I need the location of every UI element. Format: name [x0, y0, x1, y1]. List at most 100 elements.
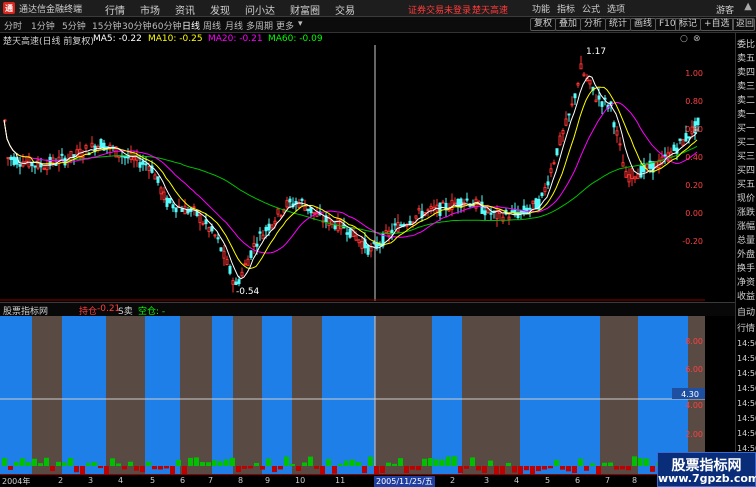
signal-bar: [404, 466, 409, 474]
menu-trade[interactable]: 交易: [335, 2, 355, 17]
panel-label: 涨跌: [737, 208, 756, 218]
period-monthly[interactable]: 月线: [225, 19, 243, 32]
signal-bar: [32, 458, 37, 466]
period-1min[interactable]: 1分钟: [31, 19, 55, 32]
time-tick: 3: [484, 476, 490, 485]
signal-bar: [98, 466, 103, 469]
period-tick[interactable]: 分时: [4, 19, 22, 32]
candle: [612, 120, 616, 135]
signal-bar: [116, 463, 121, 466]
tool-stats[interactable]: 统计: [605, 18, 632, 31]
signal-bar: [536, 466, 541, 472]
menu-indicator[interactable]: 指标: [557, 2, 575, 15]
tool-back[interactable]: 返回: [732, 18, 755, 31]
candle: [222, 244, 226, 266]
tool-analysis[interactable]: 分析: [580, 18, 607, 31]
signal-bar: [596, 466, 601, 474]
menu-market[interactable]: 市场: [140, 2, 160, 17]
candle: [429, 203, 433, 214]
period-60min[interactable]: 60分钟: [152, 19, 181, 32]
tool-adjust[interactable]: 复权: [530, 18, 557, 31]
period-multi[interactable]: 多周期: [246, 19, 273, 32]
menu-discover[interactable]: 发现: [210, 2, 230, 17]
candle: [240, 267, 244, 278]
time-tick: 10: [295, 476, 306, 485]
candle: [309, 207, 313, 217]
candle: [366, 244, 370, 257]
menu-wealth[interactable]: 财富圈: [290, 2, 320, 17]
settings-icon[interactable]: ○: [680, 34, 688, 44]
candle: [12, 152, 16, 167]
candlestick-chart[interactable]: 1.17 -0.54 1.00 0.80 0.60 0.40 0.20 0.00…: [0, 45, 705, 301]
menu-quotes[interactable]: 行情: [105, 2, 125, 17]
signal-bar: [290, 463, 295, 466]
candle: [357, 239, 361, 247]
tool-mark[interactable]: 标记: [675, 18, 702, 31]
tick-time: 14:50: [737, 354, 756, 363]
signal-bar: [350, 459, 355, 466]
chevron-down-icon[interactable]: ▾: [298, 19, 303, 29]
guest-label[interactable]: 游客: [716, 3, 734, 16]
period-30min[interactable]: 30分钟: [122, 19, 151, 32]
quote-side-panel: 委比 卖五 卖四 卖三 卖二 卖一 买一 买二 买三 买四 买五 现价 涨跌 涨…: [735, 33, 756, 487]
period-15min[interactable]: 15分钟: [92, 19, 121, 32]
signal-bar: [644, 458, 649, 466]
period-weekly[interactable]: 周线: [203, 19, 221, 32]
menu-wenxiaoda[interactable]: 问小达: [245, 2, 275, 17]
period-daily[interactable]: 日线: [182, 19, 200, 32]
candle: [159, 185, 163, 201]
signal-band: [292, 316, 322, 474]
tool-overlay[interactable]: 叠加: [555, 18, 582, 31]
candle: [633, 175, 637, 184]
signal-bar: [572, 466, 577, 474]
signal-bar: [530, 466, 535, 474]
signal-bar: [476, 466, 481, 471]
price-tick: 0.80: [685, 97, 703, 106]
candle: [594, 94, 598, 103]
ma10-value: MA10: -0.25: [148, 34, 203, 44]
candle: [54, 158, 58, 166]
signal-bar: [620, 466, 625, 470]
menu-options[interactable]: 选项: [607, 2, 625, 15]
signal-bar: [200, 462, 205, 466]
menu-function[interactable]: 功能: [532, 2, 550, 15]
panel-quote[interactable]: 行情: [737, 321, 755, 334]
panel-auto[interactable]: 自动: [737, 305, 755, 318]
candle: [567, 113, 571, 122]
candle: [537, 195, 541, 212]
panel-label: 卖三: [737, 82, 756, 92]
signal-bar: [608, 462, 613, 466]
period-more[interactable]: 更多: [276, 19, 294, 32]
signal-bar: [62, 462, 67, 466]
candle: [213, 233, 217, 239]
tool-add-watchlist[interactable]: +自选: [700, 18, 734, 31]
signal-bar: [314, 466, 319, 469]
candle: [324, 212, 328, 229]
login-notice[interactable]: 证券交易未登录: [408, 3, 471, 16]
menu-news[interactable]: 资讯: [175, 2, 195, 17]
panel-label: 涨幅: [737, 222, 756, 232]
chevron-up-icon[interactable]: ▲: [744, 1, 752, 12]
menu-formula[interactable]: 公式: [582, 2, 600, 15]
tool-draw[interactable]: 画线: [630, 18, 657, 31]
price-tick: 0.40: [685, 153, 703, 162]
signal-bar: [368, 456, 373, 466]
candle: [174, 207, 178, 218]
indicator-tick: 2.00: [685, 430, 703, 439]
period-5min[interactable]: 5分钟: [62, 19, 86, 32]
candle: [657, 153, 661, 174]
candle: [516, 205, 520, 220]
candle: [420, 203, 424, 222]
candle: [396, 214, 400, 233]
signal-band: [180, 316, 212, 474]
candle: [348, 228, 352, 239]
candle: [621, 154, 625, 167]
candle: [306, 208, 310, 215]
signal-bar: [470, 457, 475, 466]
close-icon[interactable]: ⊗: [693, 34, 701, 44]
indicator-chart[interactable]: 8.00 6.00 4.00 2.00 4.30: [0, 316, 705, 474]
candle: [615, 125, 619, 143]
signal-bar: [338, 463, 343, 466]
candles: [3, 55, 700, 293]
signal-band: [462, 316, 520, 474]
